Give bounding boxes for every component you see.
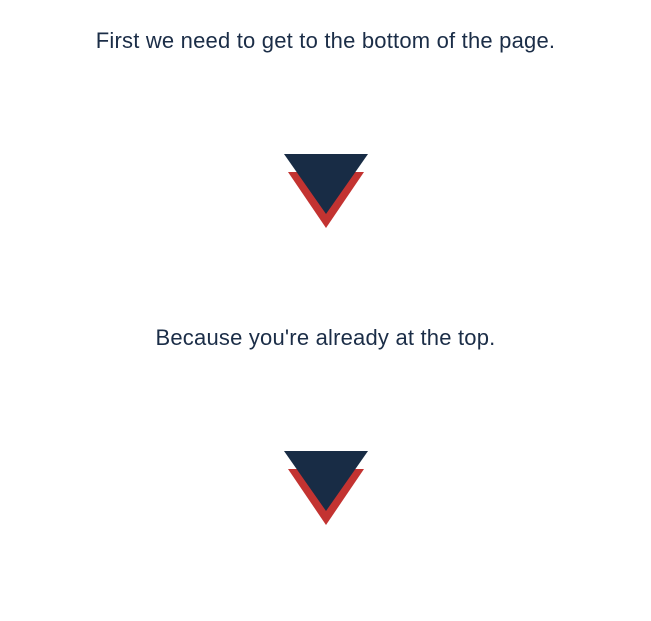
instruction-text-1: First we need to get to the bottom of th… (96, 28, 555, 54)
down-arrow-icon (281, 451, 371, 507)
down-arrow-icon (281, 154, 371, 210)
instruction-text-2: Because you're already at the top. (156, 325, 496, 351)
arrow-front-triangle (284, 451, 368, 511)
arrow-front-triangle (284, 154, 368, 214)
